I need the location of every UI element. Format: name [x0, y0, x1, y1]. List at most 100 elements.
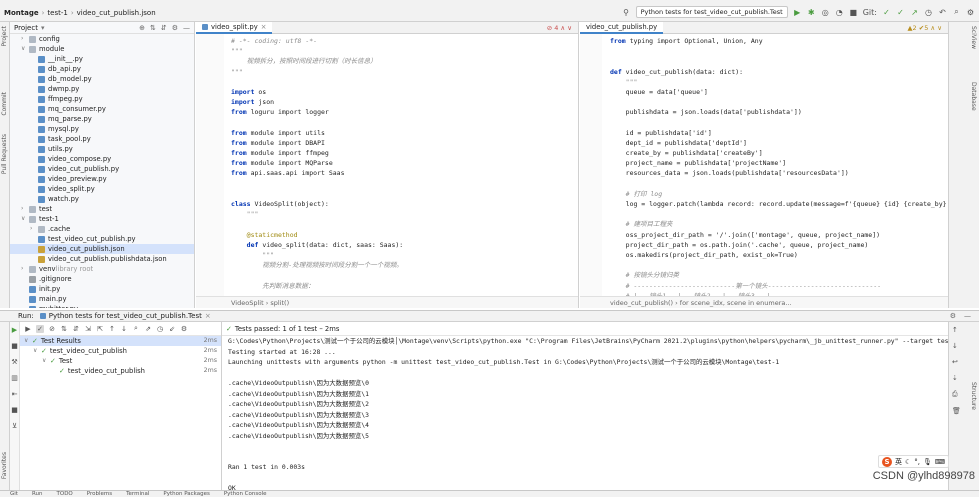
- tree-item[interactable]: db_model.py: [10, 74, 194, 84]
- git-push-icon[interactable]: ↗: [910, 8, 919, 17]
- profile-icon[interactable]: ◔: [835, 8, 844, 17]
- settings-icon[interactable]: ⚙: [966, 8, 975, 17]
- vcs-icon[interactable]: ⚲: [622, 8, 631, 17]
- show-ignored-icon[interactable]: ⊘: [48, 325, 56, 333]
- tab-run-config[interactable]: Python tests for test_video_cut_publish.…: [39, 312, 211, 320]
- commit-tool-tab[interactable]: Commit: [1, 92, 8, 116]
- tree-item[interactable]: ∨ test-1: [10, 214, 194, 224]
- tree-item[interactable]: › test: [10, 204, 194, 214]
- tab-video-split[interactable]: video_split.py ×: [196, 22, 273, 34]
- tree-item[interactable]: ffmpeg.py: [10, 94, 194, 104]
- wrap-icon[interactable]: ↩: [952, 358, 958, 366]
- chevron-icon[interactable]: ∨: [42, 356, 50, 366]
- tree-item[interactable]: ∨ module: [10, 44, 194, 54]
- bottom-tab-git[interactable]: Git: [10, 491, 18, 497]
- warning-count[interactable]: ▲2 ✔5 ∧ ∨: [908, 24, 948, 32]
- database-tool-tab[interactable]: Database: [970, 82, 977, 111]
- search-icon[interactable]: ⌕: [132, 324, 140, 333]
- debug-icon[interactable]: ✱: [807, 8, 816, 17]
- code-area[interactable]: from typing import Optional, Union, Any d…: [610, 36, 948, 308]
- moon-icon[interactable]: ☾: [905, 458, 911, 466]
- test-tree-item[interactable]: ∨ ✓ test_video_cut_publish 2ms: [20, 346, 221, 356]
- close-icon[interactable]: ×: [261, 22, 267, 33]
- export-icon[interactable]: ⇗: [144, 325, 152, 333]
- chevron-icon[interactable]: ›: [21, 204, 29, 214]
- stop-icon[interactable]: ■: [11, 406, 18, 414]
- tab-video-cut-publish[interactable]: video_cut_publish.py: [580, 22, 664, 34]
- bottom-tab-todo[interactable]: TODO: [57, 491, 73, 497]
- test-tree-item[interactable]: ∨ ✓ Test Results 2ms: [20, 336, 221, 346]
- bottom-tab-run[interactable]: Run: [32, 491, 43, 497]
- tree-item[interactable]: watch.py: [10, 194, 194, 204]
- tree-item[interactable]: video_cut_publish.py: [10, 164, 194, 174]
- rollback-icon[interactable]: ↶: [938, 8, 947, 17]
- coverage-icon[interactable]: ◎: [821, 8, 830, 17]
- locate-icon[interactable]: ⊕: [139, 24, 145, 32]
- print-icon[interactable]: ⎙: [952, 390, 958, 399]
- chevron-icon[interactable]: ›: [30, 224, 38, 234]
- ime-toolbar[interactable]: S 英 ☾ °, 🎙 ⌨: [878, 455, 950, 468]
- down-icon[interactable]: ↓: [952, 342, 958, 350]
- stop-icon[interactable]: ■: [11, 342, 18, 350]
- sciview-tool-tab[interactable]: SciView: [970, 26, 977, 49]
- tree-item[interactable]: dwmp.py: [10, 84, 194, 94]
- structure-tool-tab[interactable]: Structure: [970, 382, 977, 410]
- rerun-icon[interactable]: ▶: [12, 326, 17, 334]
- sort-alpha-icon[interactable]: ⇅: [60, 325, 68, 333]
- show-passed-icon[interactable]: ✓: [36, 324, 44, 333]
- import-icon[interactable]: ⇙: [168, 325, 176, 333]
- favorites-tool-tab[interactable]: Favorites: [1, 452, 8, 479]
- expand-icon[interactable]: ⇵: [161, 24, 167, 32]
- console-output[interactable]: G:\Codes\Python\Projects\测试一个于公司的云模块│\Mo…: [222, 336, 948, 490]
- chevron-icon[interactable]: ›: [21, 264, 29, 274]
- tree-item[interactable]: › venv library root: [10, 264, 194, 274]
- scroll-end-icon[interactable]: ⇣: [952, 374, 958, 382]
- tree-item[interactable]: test_video_cut_publish.py: [10, 234, 194, 244]
- git-commit-icon[interactable]: ✓: [896, 8, 905, 17]
- bottom-tab-python-console[interactable]: Python Console: [224, 491, 267, 497]
- layout-icon[interactable]: ▥: [11, 374, 18, 382]
- ime-language[interactable]: 英: [895, 457, 902, 467]
- expand-all-icon[interactable]: ⇲: [84, 325, 92, 333]
- chevron-icon[interactable]: ∨: [24, 336, 32, 346]
- tree-item[interactable]: mq_parse.py: [10, 114, 194, 124]
- chevron-icon[interactable]: ∨: [21, 214, 29, 224]
- close-icon[interactable]: ×: [205, 312, 211, 320]
- history-icon[interactable]: ◷: [156, 325, 164, 333]
- bottom-tab-terminal[interactable]: Terminal: [126, 491, 149, 497]
- rerun-icon[interactable]: ▶: [24, 325, 32, 333]
- tree-item[interactable]: video_preview.py: [10, 174, 194, 184]
- up-icon[interactable]: ↑: [952, 326, 958, 334]
- gear-icon[interactable]: ⚙: [950, 312, 956, 320]
- chevron-down-icon[interactable]: ▾: [41, 24, 45, 32]
- pull-requests-tool-tab[interactable]: Pull Requests: [1, 134, 8, 174]
- chevron-icon[interactable]: ›: [21, 34, 29, 44]
- tree-item[interactable]: video_cut_publish.publishdata.json: [10, 254, 194, 264]
- tree-item[interactable]: video_compose.py: [10, 154, 194, 164]
- run-config-select[interactable]: Python tests for test_video_cut_publish.…: [635, 6, 788, 18]
- git-update-icon[interactable]: ✓: [882, 8, 891, 17]
- tree-item[interactable]: task_pool.py: [10, 134, 194, 144]
- tree-item[interactable]: __init__.py: [10, 54, 194, 64]
- keyboard-icon[interactable]: ⌨: [935, 458, 945, 466]
- breadcrumb-project[interactable]: Montage: [4, 9, 39, 17]
- chevron-icon[interactable]: ∨: [33, 346, 41, 356]
- tree-item[interactable]: › .cache: [10, 224, 194, 234]
- bottom-tab-python-packages[interactable]: Python Packages: [163, 491, 209, 497]
- tree-item[interactable]: init.py: [10, 284, 194, 294]
- editor-breadcrumb[interactable]: video_cut_publish() › for scene_idx, sce…: [580, 296, 948, 308]
- microphone-icon[interactable]: 🎙: [923, 458, 932, 466]
- tree-item[interactable]: utils.py: [10, 144, 194, 154]
- tree-item[interactable]: mq_consumer.py: [10, 104, 194, 114]
- tree-item[interactable]: db_api.py: [10, 64, 194, 74]
- prev-icon[interactable]: ↑: [108, 325, 116, 333]
- gear-icon[interactable]: ⚙: [172, 24, 178, 32]
- search-icon[interactable]: ⌕: [952, 7, 961, 17]
- test-tree-item[interactable]: ✓ test_video_cut_publish 2ms: [20, 366, 221, 376]
- chevron-icon[interactable]: ∨: [21, 44, 29, 54]
- editor-breadcrumb[interactable]: VideoSplit › split(): [196, 296, 578, 308]
- tree-item[interactable]: mysql.py: [10, 124, 194, 134]
- collapse-all-icon[interactable]: ⇅: [150, 24, 156, 32]
- tree-item[interactable]: › config: [10, 34, 194, 44]
- sort-duration-icon[interactable]: ⇵: [72, 325, 80, 333]
